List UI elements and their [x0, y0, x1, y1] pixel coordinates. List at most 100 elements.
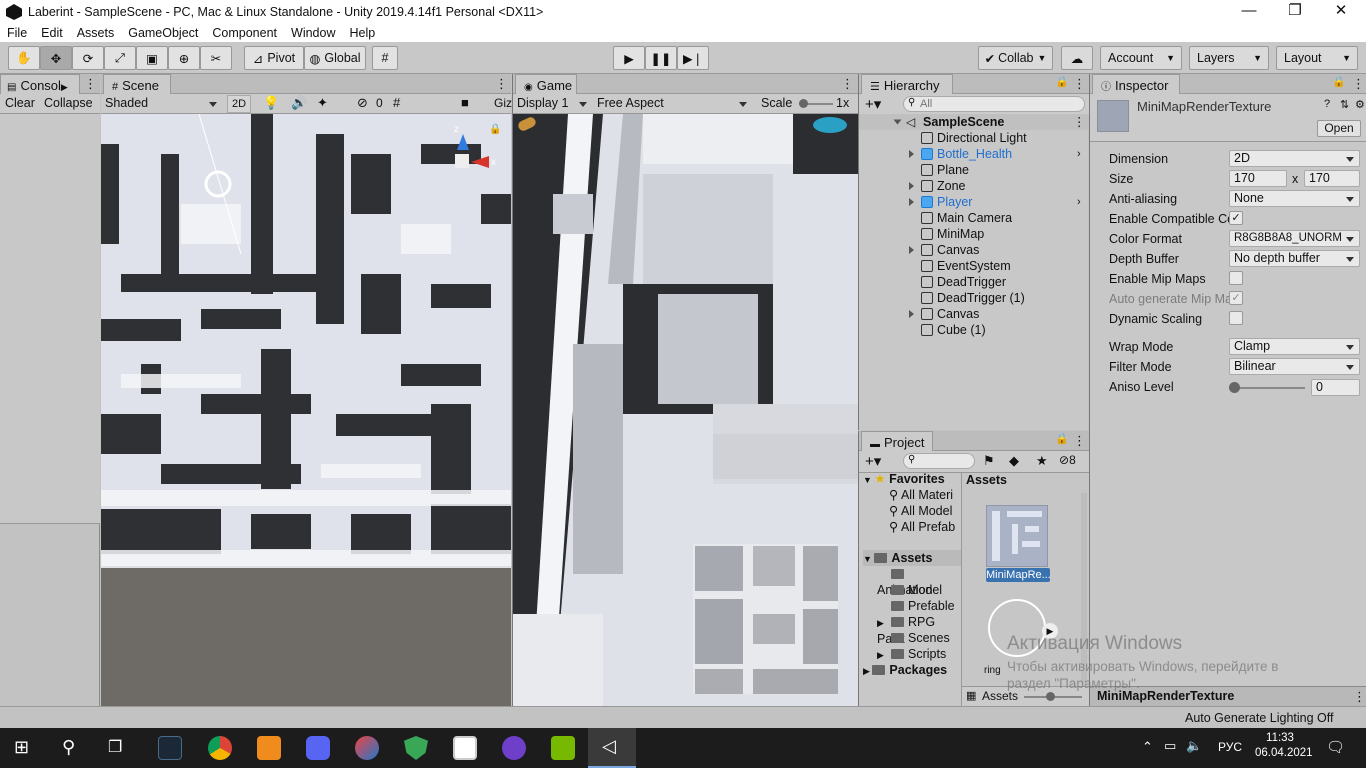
tab-hierarchy[interactable]: ☰ Hierarchy: [861, 74, 953, 95]
2d-toggle[interactable]: 2D: [227, 95, 251, 113]
aniso-slider[interactable]: [1233, 387, 1305, 389]
scene-viewport[interactable]: z x 🔒: [101, 114, 511, 706]
favorite-item[interactable]: ⚲ All Prefab: [889, 519, 955, 535]
help-icon[interactable]: ?: [1324, 98, 1330, 110]
hierarchy-item[interactable]: Main Camera: [859, 210, 1089, 226]
app-icon[interactable]: [355, 736, 379, 760]
transform-tool-icon[interactable]: ⊕: [168, 46, 200, 70]
open-prefab-icon[interactable]: ›: [1077, 146, 1081, 162]
favorite-item[interactable]: ⚲ All Materi: [889, 487, 953, 503]
layers-dropdown[interactable]: Layers ▼: [1189, 46, 1269, 70]
expand-arrow-icon[interactable]: [909, 150, 914, 158]
gizmos-button[interactable]: Giz: [494, 96, 512, 110]
preset-icon[interactable]: ⇅: [1340, 98, 1349, 111]
menu-assets[interactable]: Assets: [70, 26, 122, 40]
pivot-toggle[interactable]: ⊿ Pivot: [244, 46, 304, 70]
asset-folder-row[interactable]: Prefable: [877, 598, 955, 614]
custom-tool-icon[interactable]: ✂: [200, 46, 232, 70]
open-prefab-icon[interactable]: ›: [1077, 194, 1081, 210]
asset-folder-row[interactable]: ▶ Scripts: [877, 646, 946, 662]
language-indicator[interactable]: РУС: [1218, 740, 1242, 754]
add-icon[interactable]: +▾: [865, 95, 881, 113]
scale-tool-icon[interactable]: ⤢: [104, 46, 136, 70]
step-button[interactable]: ▶❘: [677, 46, 709, 70]
network-icon[interactable]: ▭: [1164, 738, 1176, 754]
menu-component[interactable]: Component: [205, 26, 284, 40]
task-view-icon[interactable]: ❐: [108, 737, 122, 757]
search-icon[interactable]: ⚲: [62, 737, 75, 758]
menu-window[interactable]: Window: [284, 26, 342, 40]
hierarchy-item[interactable]: DeadTrigger: [859, 274, 1089, 290]
audio-toggle-icon[interactable]: 🔊: [291, 95, 307, 111]
minimize-button[interactable]: —: [1226, 0, 1272, 24]
expand-arrow-icon[interactable]: [893, 119, 902, 125]
hidden-objects-icon[interactable]: ⊘: [357, 95, 368, 111]
hierarchy-item[interactable]: Cube (1): [859, 322, 1089, 338]
size-height-field[interactable]: 170: [1304, 170, 1360, 187]
menu-file[interactable]: File: [0, 26, 34, 40]
gear-icon[interactable]: ⚙: [1355, 98, 1365, 111]
dimension-dropdown[interactable]: 2D: [1229, 150, 1360, 167]
light-toggle-icon[interactable]: 💡: [263, 95, 279, 111]
cloud-icon[interactable]: ☁: [1061, 46, 1093, 70]
more-options-icon[interactable]: ⋮: [1352, 76, 1365, 92]
hierarchy-item[interactable]: Canvas: [859, 306, 1089, 322]
more-options-icon[interactable]: ⋮: [495, 76, 508, 92]
nvidia-icon[interactable]: [551, 736, 575, 760]
hierarchy-item[interactable]: Plane: [859, 162, 1089, 178]
collab-dropdown[interactable]: ✔ Collab ▼: [978, 46, 1053, 70]
grid-toggle-icon[interactable]: #: [393, 95, 400, 110]
unity-hub-icon[interactable]: [453, 736, 477, 760]
unity-taskbar-button[interactable]: ◁: [588, 728, 636, 768]
github-icon[interactable]: [502, 736, 526, 760]
expand-arrow-icon[interactable]: [909, 246, 914, 254]
depth-buffer-dropdown[interactable]: No depth buffer: [1229, 250, 1360, 267]
open-button[interactable]: Open: [1317, 120, 1361, 137]
shield-icon[interactable]: [404, 736, 428, 760]
steam-icon[interactable]: [158, 736, 182, 760]
hierarchy-item[interactable]: EventSystem: [859, 258, 1089, 274]
aspect-dropdown[interactable]: Free Aspect: [593, 95, 751, 113]
more-options-icon[interactable]: ⋮: [1073, 433, 1086, 449]
hierarchy-item[interactable]: Canvas: [859, 242, 1089, 258]
scale-slider-thumb[interactable]: [799, 99, 808, 108]
notifications-icon[interactable]: 🗨: [1326, 738, 1345, 756]
hierarchy-item[interactable]: DeadTrigger (1): [859, 290, 1089, 306]
tab-console[interactable]: ▤ Consol▶: [0, 74, 80, 95]
global-toggle[interactable]: ◍ Global: [304, 46, 366, 70]
favorite-item[interactable]: ⚲ All Model: [889, 503, 952, 519]
more-options-icon[interactable]: ⋮: [1353, 689, 1366, 705]
hierarchy-item[interactable]: Zone: [859, 178, 1089, 194]
hierarchy-item[interactable]: Player ›: [859, 194, 1089, 210]
wrap-mode-dropdown[interactable]: Clamp: [1229, 338, 1360, 355]
asset-folder-row[interactable]: ▶RPG Pack: [877, 614, 961, 646]
more-options-icon[interactable]: ⋮: [841, 76, 854, 92]
more-options-icon[interactable]: ⋮: [84, 76, 97, 92]
inspector-preview-bar[interactable]: MiniMapRenderTexture ⋮: [1090, 686, 1366, 706]
chevron-up-icon[interactable]: ⌃: [1142, 739, 1153, 755]
asset-folder-row[interactable]: Scenes: [877, 630, 950, 646]
rotate-tool-icon[interactable]: ⟳: [72, 46, 104, 70]
close-button[interactable]: ✕: [1318, 0, 1364, 24]
selected-asset-label[interactable]: MiniMapRe...: [986, 568, 1051, 582]
hierarchy-item[interactable]: Directional Light: [859, 130, 1089, 146]
pause-button[interactable]: ❚❚: [645, 46, 677, 70]
layout-dropdown[interactable]: Layout ▼: [1276, 46, 1358, 70]
packages-row[interactable]: ▶ Packages: [863, 662, 947, 678]
hierarchy-item[interactable]: MiniMap: [859, 226, 1089, 242]
expand-arrow-icon[interactable]: [909, 182, 914, 190]
ring-asset-thumbnail[interactable]: [988, 599, 1046, 657]
aniso-slider-thumb[interactable]: [1229, 382, 1240, 393]
color-format-dropdown[interactable]: R8G8B8A8_UNORM: [1229, 230, 1360, 247]
grid-snap-icon[interactable]: #: [372, 46, 398, 70]
volume-icon[interactable]: 🔈: [1186, 738, 1202, 754]
asset-grid-scrollbar[interactable]: [1081, 493, 1087, 683]
more-options-icon[interactable]: ⋮: [1073, 114, 1086, 130]
menu-gameobject[interactable]: GameObject: [121, 26, 205, 40]
hierarchy-item[interactable]: Bottle_Health ›: [859, 146, 1089, 162]
effects-toggle-icon[interactable]: ✦: [317, 95, 328, 111]
filter-mode-dropdown[interactable]: Bilinear: [1229, 358, 1360, 375]
menu-help[interactable]: Help: [342, 26, 382, 40]
collapse-button[interactable]: Collapse: [44, 96, 93, 110]
assets-root-row[interactable]: ▼ Assets: [863, 550, 961, 566]
